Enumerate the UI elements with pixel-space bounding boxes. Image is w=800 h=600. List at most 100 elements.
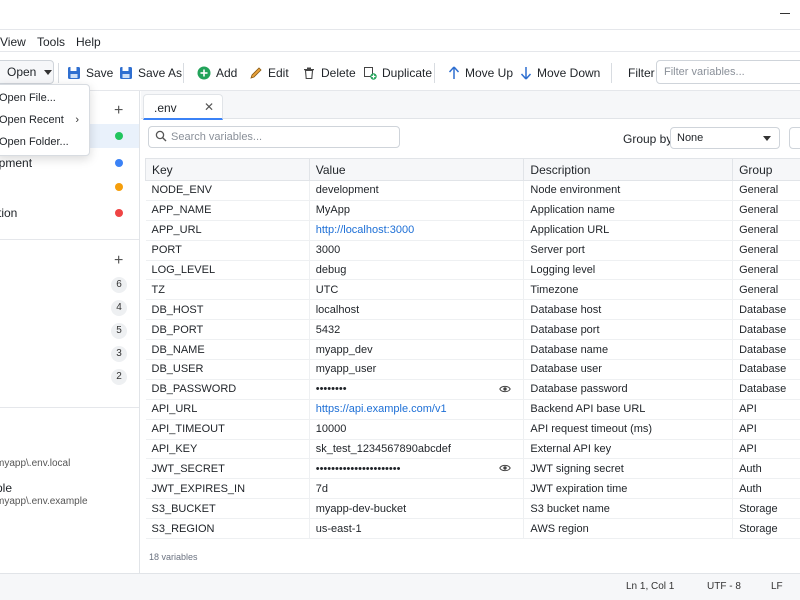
menu-view[interactable]: View (0, 35, 26, 49)
key-cell-text: DB_USER (151, 363, 204, 376)
value-cell-text: 10000 (315, 423, 347, 436)
environment-item[interactable]: ction (0, 201, 139, 225)
group-cell-text: API (739, 423, 757, 436)
table-row[interactable]: NODE_ENV development Node environment Gener… (145, 180, 800, 201)
table-row[interactable]: JWT_EXPIRES_IN 7d JWT expiration time Auth (145, 478, 800, 500)
table-row[interactable]: PORT 3000 Server port General (145, 240, 800, 261)
open-file-item[interactable]: Open File... (0, 87, 89, 109)
group-by-select[interactable]: None (670, 127, 780, 149)
group-cell: Auth (732, 458, 800, 480)
key-cell: API_KEY (145, 439, 310, 460)
encoding[interactable]: UTF - 8 (707, 581, 741, 592)
search-icon (155, 130, 167, 142)
table-row[interactable]: DB_NAME myapp_dev Database name Database (145, 339, 800, 361)
key-cell-text: API_TIMEOUT (151, 423, 225, 436)
column-header-key[interactable]: Key (145, 158, 310, 181)
save-button[interactable]: Save (67, 63, 113, 83)
table-row[interactable]: S3_REGION us-east-1 AWS region Storage (145, 518, 800, 540)
group-by-value: None (677, 132, 704, 144)
menu-help[interactable]: Help (76, 35, 101, 49)
open-folder-item[interactable]: Open Folder... (0, 131, 89, 153)
value-cell-text: us-east-1 (315, 522, 362, 535)
environment-item[interactable]: g (0, 175, 139, 199)
delete-button[interactable]: Delete (302, 63, 356, 83)
recent-file-name: ple (0, 481, 13, 495)
key-cell: PORT (145, 240, 310, 261)
arrow-down-icon (520, 67, 532, 80)
duplicate-button[interactable]: Duplicate (363, 63, 432, 83)
table-row[interactable]: DB_USER myapp_user Database user Database (145, 359, 800, 380)
options-button[interactable] (789, 127, 800, 149)
table-row[interactable]: JWT_SECRET •••••••••••••••••••••• JWT sign… (145, 458, 800, 480)
recent-file-item[interactable]: ple myapp\.env.example (0, 481, 139, 511)
group-item[interactable]: 4 (0, 298, 139, 320)
table-row[interactable]: API_TIMEOUT 10000 API request timeout (ms)… (145, 419, 800, 440)
description-cell-text: Application name (530, 204, 615, 217)
key-cell: API_TIMEOUT (145, 419, 310, 440)
group-cell-text: Database (739, 363, 787, 376)
eye-icon[interactable] (499, 463, 512, 476)
table-row[interactable]: API_KEY sk_test_1234567890abcdef External … (145, 439, 800, 460)
environment-label: opment (0, 156, 33, 170)
table-row[interactable]: DB_HOST localhost Database host Database (145, 299, 800, 321)
column-header-value[interactable]: Value (308, 158, 525, 181)
table-row[interactable]: APP_NAME MyApp Application name General (145, 200, 800, 221)
description-cell-text: Node environment (530, 184, 621, 197)
count-badge: 4 (111, 300, 127, 316)
key-cell: DB_PASSWORD (145, 379, 310, 400)
table-row[interactable]: DB_PASSWORD •••••••• Database password Data… (145, 379, 800, 400)
column-header-description[interactable]: Description (523, 158, 734, 181)
value-cell: https://api.example.com/v1 (309, 399, 525, 420)
description-cell-text: AWS region (530, 522, 589, 535)
status-dot (115, 159, 123, 167)
value-cell-text: https://api.example.com/v1 (315, 403, 447, 416)
edit-button[interactable]: Edit (249, 63, 289, 83)
duplicate-label: Duplicate (382, 66, 433, 80)
filter-input[interactable] (656, 60, 800, 84)
table-row[interactable]: API_URL https://api.example.com/v1 Backend… (145, 399, 800, 420)
value-cell: us-east-1 (309, 518, 525, 540)
group-item[interactable]: 2 (0, 367, 139, 389)
group-item[interactable]: 5 (0, 321, 139, 343)
move-down-button[interactable]: Move Down (520, 63, 600, 83)
minimize-button[interactable] (780, 13, 790, 14)
description-cell-text: Timezone (530, 283, 579, 296)
recent-file-path: myapp\.env.example (0, 496, 88, 507)
group-item[interactable]: 6 (0, 275, 139, 297)
save-as-button[interactable]: Save As (119, 63, 182, 83)
search-input[interactable] (148, 126, 400, 148)
table-row[interactable]: TZ UTC Timezone General (145, 279, 800, 301)
add-button[interactable]: Add (197, 63, 237, 83)
group-cell: API (732, 399, 800, 420)
group-cell-text: Storage (739, 502, 778, 515)
value-cell-text: •••••••••••••••••••••• (315, 462, 401, 475)
description-cell: Application URL (523, 220, 734, 241)
open-button[interactable]: Open (0, 60, 54, 84)
table-row[interactable]: APP_URL http://localhost:3000 Application … (145, 220, 800, 241)
table-row[interactable]: LOG_LEVEL debug Logging level General (145, 260, 800, 281)
move-up-button[interactable]: Move Up (448, 63, 513, 83)
close-icon[interactable]: ✕ (204, 100, 214, 114)
column-header-group[interactable]: Group (732, 158, 800, 181)
table-row[interactable]: S3_BUCKET myapp-dev-bucket S3 bucket name S… (145, 498, 800, 520)
open-recent-item[interactable]: Open Recent › (0, 109, 89, 131)
tab-env[interactable]: .env ✕ (143, 94, 223, 120)
eye-icon[interactable] (499, 384, 512, 397)
recent-file-item[interactable]: myapp\.env.local (0, 443, 139, 471)
key-cell-text: S3_REGION (151, 522, 215, 535)
group-cell: Database (732, 319, 800, 341)
table-row[interactable]: DB_PORT 5432 Database port Database (145, 319, 800, 341)
value-cell: 3000 (309, 240, 525, 261)
key-cell-text: NODE_ENV (151, 184, 213, 197)
menu-tools[interactable]: Tools (37, 35, 65, 49)
group-cell: API (732, 419, 800, 440)
value-cell: •••••••• (309, 379, 525, 400)
add-group-icon[interactable]: + (114, 253, 123, 269)
line-ending[interactable]: LF (771, 581, 783, 592)
key-cell-text: S3_BUCKET (151, 502, 216, 515)
key-cell: DB_HOST (145, 299, 310, 321)
description-cell: Database name (523, 339, 734, 361)
group-item[interactable]: 3 (0, 344, 139, 366)
count-badge: 3 (111, 346, 127, 362)
add-environment-icon[interactable]: + (114, 103, 123, 119)
